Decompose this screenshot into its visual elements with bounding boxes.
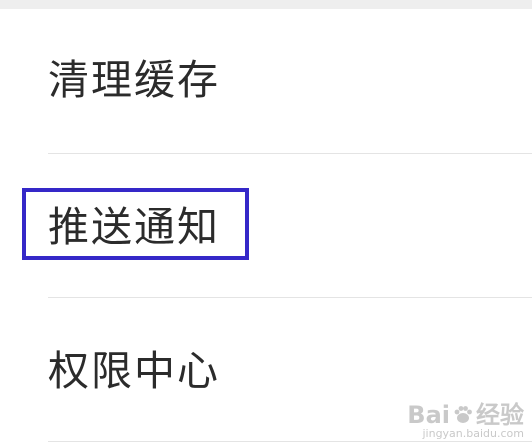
top-gray-strip <box>0 0 532 9</box>
watermark-logo: Bai 经验 <box>407 402 524 428</box>
watermark-brand-right: 经验 <box>476 401 524 429</box>
settings-item-clear-cache[interactable]: 清理缓存 <box>0 9 532 153</box>
watermark-brand-left: Bai <box>407 401 450 429</box>
highlight-annotation-box <box>22 188 249 260</box>
watermark: Bai 经验 jingyan.baidu.com <box>407 402 524 440</box>
divider <box>48 441 532 442</box>
settings-item-label: 权限中心 <box>48 347 220 395</box>
watermark-url: jingyan.baidu.com <box>422 427 524 440</box>
settings-item-label: 清理缓存 <box>48 56 220 104</box>
paw-icon <box>454 406 472 423</box>
